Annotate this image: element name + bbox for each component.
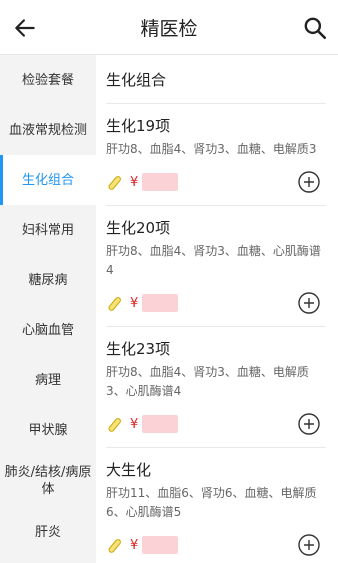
price-hidden bbox=[142, 173, 178, 191]
page-title: 精医检 bbox=[140, 18, 198, 40]
add-icon[interactable] bbox=[298, 413, 320, 435]
item-description: 肝功8、血脂4、肾功3、血糖、电解质3 bbox=[106, 142, 317, 156]
item-description: 肝功8、血脂4、肾功3、血糖、电解质3、心肌酶谱4 bbox=[106, 365, 309, 398]
item-name: 生化23项 bbox=[106, 340, 171, 358]
add-icon[interactable] bbox=[298, 534, 320, 556]
sidebar-item-hepatitis[interactable]: 肝炎 bbox=[0, 507, 96, 557]
sidebar-item-blood-routine[interactable]: 血液常规检测 bbox=[0, 105, 96, 155]
price-hidden bbox=[142, 294, 178, 312]
sidebar-item-diabetes[interactable]: 糖尿病 bbox=[0, 255, 96, 305]
sidebar-item-cardio[interactable]: 心脑血管 bbox=[0, 305, 96, 355]
sidebar-item-biochemistry[interactable]: 生化组合 bbox=[0, 155, 96, 205]
test-tube-icon bbox=[108, 297, 121, 311]
price-currency: ¥ bbox=[130, 538, 139, 553]
category-sidebar: 检验套餐 血液常规检测 生化组合 妇科常用 糖尿病 心脑血管 病理 甲状腺 肺炎… bbox=[0, 55, 96, 563]
price-hidden bbox=[142, 536, 178, 554]
test-tube-icon bbox=[108, 176, 121, 190]
price-currency: ¥ bbox=[130, 175, 139, 190]
sidebar-item-pathology[interactable]: 病理 bbox=[0, 355, 96, 405]
list-item[interactable]: 生化23项 肝功8、血脂4、肾功3、血糖、电解质3、心肌酶谱4 ¥ bbox=[106, 327, 326, 448]
price-currency: ¥ bbox=[130, 296, 139, 311]
item-description: 肝功8、血脂4、肾功3、血糖、心肌酶谱4 bbox=[106, 244, 321, 277]
item-description: 肝功11、血脂6、肾功6、血糖、电解质6、心肌酶谱5 bbox=[106, 486, 317, 519]
item-name: 大生化 bbox=[106, 461, 152, 479]
item-name: 生化19项 bbox=[106, 117, 171, 135]
test-tube-icon bbox=[108, 418, 121, 432]
price-currency: ¥ bbox=[130, 417, 139, 432]
item-name: 生化20项 bbox=[106, 219, 171, 237]
list-item[interactable]: 生化19项 肝功8、血脂4、肾功3、血糖、电解质3 ¥ bbox=[106, 104, 326, 206]
search-icon[interactable] bbox=[302, 15, 328, 41]
sidebar-item-gynecology[interactable]: 妇科常用 bbox=[0, 205, 96, 255]
add-icon[interactable] bbox=[298, 292, 320, 314]
section-title: 生化组合 bbox=[106, 55, 326, 104]
add-icon[interactable] bbox=[298, 171, 320, 193]
test-tube-icon bbox=[108, 539, 121, 553]
sidebar-item-thyroid[interactable]: 甲状腺 bbox=[0, 405, 96, 455]
list-item[interactable]: 生化20项 肝功8、血脂4、肾功3、血糖、心肌酶谱4 ¥ bbox=[106, 206, 326, 327]
sidebar-item-pneumonia[interactable]: 肺炎/结核/病原体 bbox=[0, 455, 96, 507]
list-item[interactable]: 大生化 肝功11、血脂6、肾功6、血糖、电解质6、心肌酶谱5 ¥ bbox=[106, 448, 326, 563]
product-list: 生化组合 生化19项 肝功8、血脂4、肾功3、血糖、电解质3 ¥ 生化20项 肝… bbox=[96, 55, 338, 563]
price-hidden bbox=[142, 415, 178, 433]
app-header: 精医检 bbox=[0, 0, 338, 55]
sidebar-item-package[interactable]: 检验套餐 bbox=[0, 55, 96, 105]
